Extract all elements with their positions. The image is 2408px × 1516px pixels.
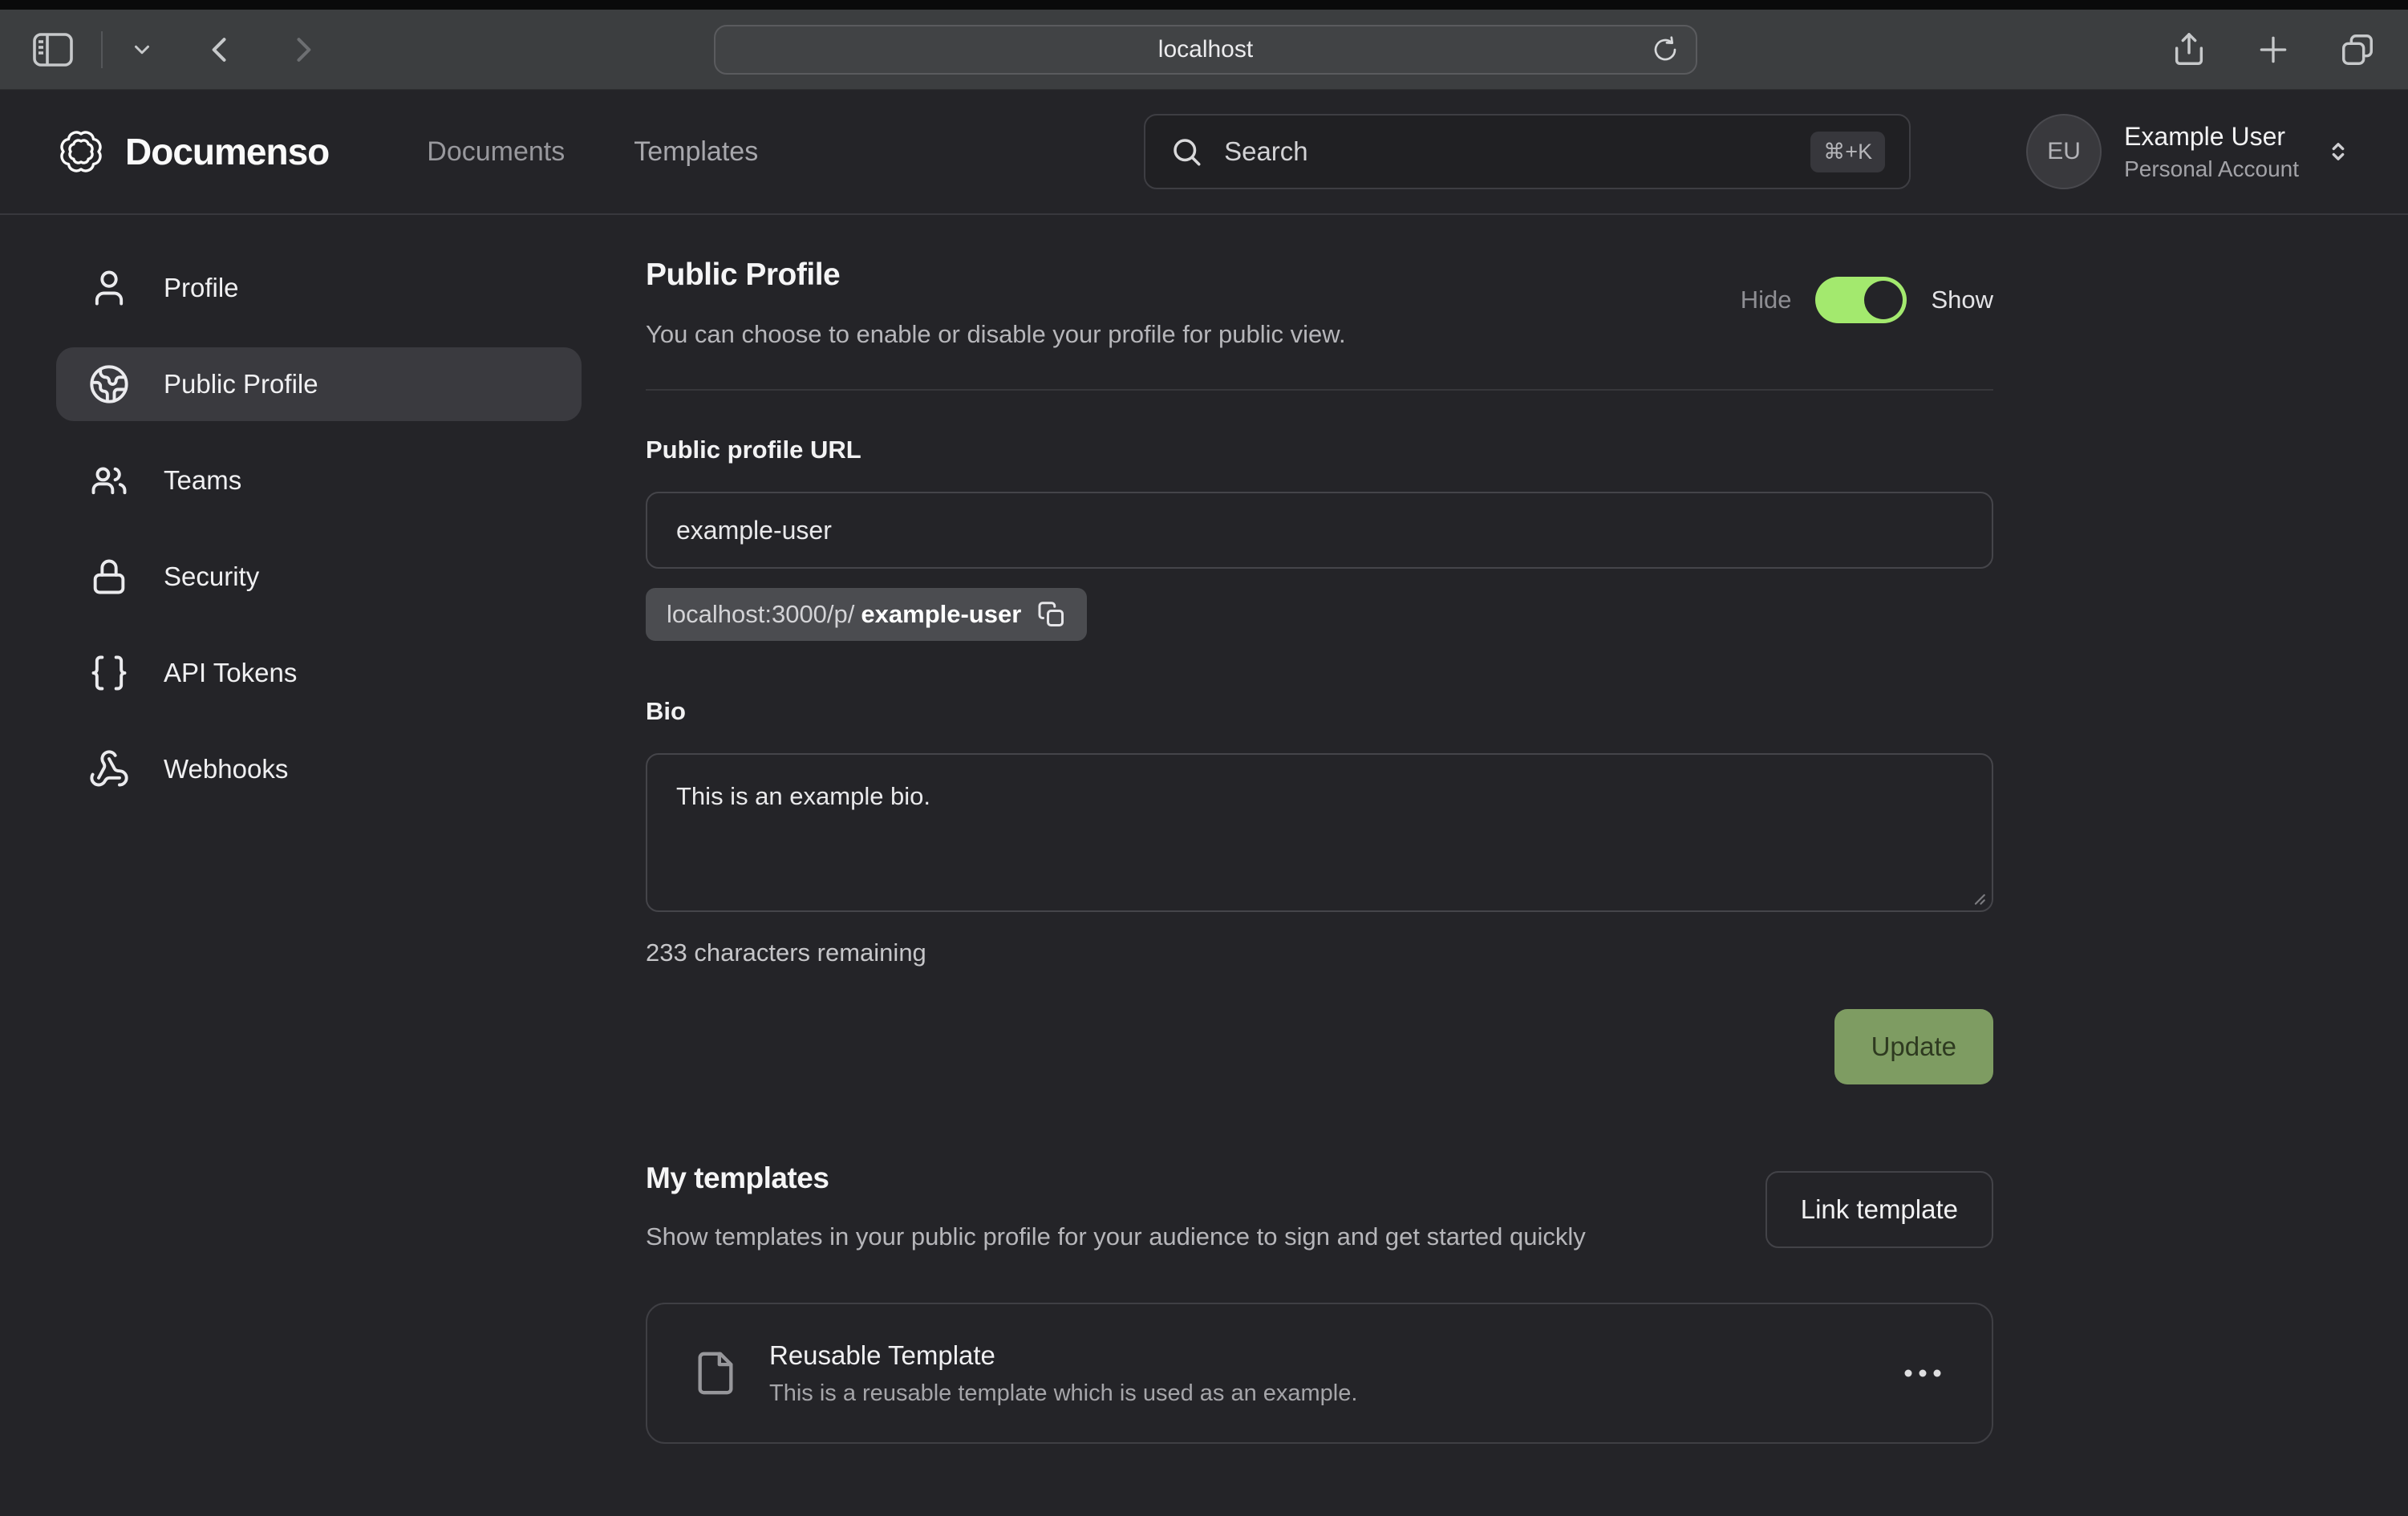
- sidebar-item-label: Profile: [164, 273, 239, 303]
- template-description: This is a reusable template which is use…: [769, 1380, 1357, 1407]
- bio-characters-remaining: 233 characters remaining: [646, 938, 1993, 967]
- forward-icon[interactable]: [286, 32, 321, 67]
- profile-url-prefix: localhost:3000/p/: [667, 600, 854, 629]
- search-icon: [1170, 135, 1203, 168]
- section-divider: [646, 389, 1993, 391]
- sidebar-item-webhooks[interactable]: Webhooks: [56, 732, 582, 806]
- tabs-overview-icon[interactable]: [2339, 31, 2376, 68]
- my-templates-description: Show templates in your public profile fo…: [646, 1216, 1713, 1258]
- nav-templates[interactable]: Templates: [634, 136, 758, 168]
- profile-url-preview[interactable]: localhost:3000/p/example-user: [646, 588, 1087, 641]
- sidebar-item-label: Webhooks: [164, 754, 288, 784]
- page-description: You can choose to enable or disable your…: [646, 320, 1346, 349]
- braces-icon: [88, 652, 130, 694]
- sidebar-item-label: Public Profile: [164, 369, 318, 399]
- template-name: Reusable Template: [769, 1340, 1357, 1371]
- reload-icon[interactable]: [1651, 35, 1680, 64]
- documenso-app: Documenso Documents Templates ⌘+K EU Exa…: [0, 90, 2408, 1516]
- address-bar-url: localhost: [1158, 36, 1253, 63]
- sidebar-item-label: API Tokens: [164, 658, 297, 688]
- user-account-type: Personal Account: [2124, 156, 2299, 182]
- profile-url-label: Public profile URL: [646, 436, 1993, 464]
- nav-documents[interactable]: Documents: [427, 136, 565, 168]
- profile-visibility-toggle[interactable]: [1815, 277, 1907, 323]
- sidebar-item-api-tokens[interactable]: API Tokens: [56, 636, 582, 710]
- template-card: Reusable Template This is a reusable tem…: [646, 1303, 1993, 1444]
- brand[interactable]: Documenso: [56, 127, 329, 176]
- visibility-toggle-group: Hide Show: [1741, 277, 1993, 323]
- avatar: EU: [2026, 114, 2102, 189]
- link-template-button[interactable]: Link template: [1765, 1171, 1993, 1248]
- chevrons-up-down-icon: [2325, 138, 2352, 165]
- profile-url-slug: example-user: [861, 600, 1021, 629]
- browser-toolbar: localhost: [0, 10, 2408, 90]
- search-input[interactable]: [1224, 136, 1790, 167]
- user-name: Example User: [2124, 122, 2299, 152]
- ellipsis-icon[interactable]: [1899, 1365, 1947, 1381]
- update-button[interactable]: Update: [1834, 1009, 1993, 1084]
- page-title: Public Profile: [646, 257, 1346, 293]
- main-nav: Documents Templates: [427, 136, 758, 168]
- sidebar-item-teams[interactable]: Teams: [56, 444, 582, 517]
- address-bar[interactable]: localhost: [714, 25, 1697, 75]
- file-icon: [692, 1350, 739, 1396]
- toolbar-separator: [101, 31, 103, 68]
- toggle-knob: [1864, 281, 1903, 319]
- toggle-hide-label: Hide: [1741, 286, 1792, 314]
- sidebar-item-security[interactable]: Security: [56, 540, 582, 614]
- public-profile-panel: Public Profile You can choose to enable …: [646, 251, 1993, 1516]
- global-search[interactable]: ⌘+K: [1144, 114, 1911, 189]
- app-header: Documenso Documents Templates ⌘+K EU Exa…: [0, 90, 2408, 215]
- brand-name: Documenso: [125, 130, 329, 173]
- globe-icon: [88, 363, 130, 405]
- bio-textarea[interactable]: This is an example bio.: [646, 753, 1993, 912]
- webhook-icon: [88, 748, 130, 790]
- window-top-edge: [0, 0, 2408, 10]
- back-icon[interactable]: [202, 32, 237, 67]
- sidebar-item-label: Security: [164, 561, 259, 592]
- new-tab-icon[interactable]: [2256, 32, 2291, 67]
- bio-label: Bio: [646, 697, 1993, 726]
- sidebar-item-profile[interactable]: Profile: [56, 251, 582, 325]
- user-icon: [88, 267, 130, 309]
- sidebar-item-label: Teams: [164, 465, 241, 496]
- users-icon: [88, 460, 130, 501]
- share-icon[interactable]: [2171, 31, 2207, 68]
- my-templates-title: My templates: [646, 1161, 1713, 1195]
- copy-icon[interactable]: [1037, 600, 1066, 629]
- toggle-show-label: Show: [1931, 286, 1993, 314]
- sidebar-toggle-icon[interactable]: [32, 32, 74, 67]
- lock-icon: [88, 556, 130, 598]
- chevron-down-icon[interactable]: [130, 38, 154, 62]
- user-menu[interactable]: EU Example User Personal Account: [2026, 114, 2352, 189]
- textarea-resize-handle[interactable]: [1966, 886, 1987, 906]
- sidebar-item-public-profile[interactable]: Public Profile: [56, 347, 582, 421]
- search-shortcut-badge: ⌘+K: [1810, 132, 1885, 172]
- documenso-seal-icon: [56, 127, 106, 176]
- profile-url-input[interactable]: [646, 492, 1993, 569]
- settings-sidebar: Profile Public Profile Teams Security: [56, 251, 582, 1516]
